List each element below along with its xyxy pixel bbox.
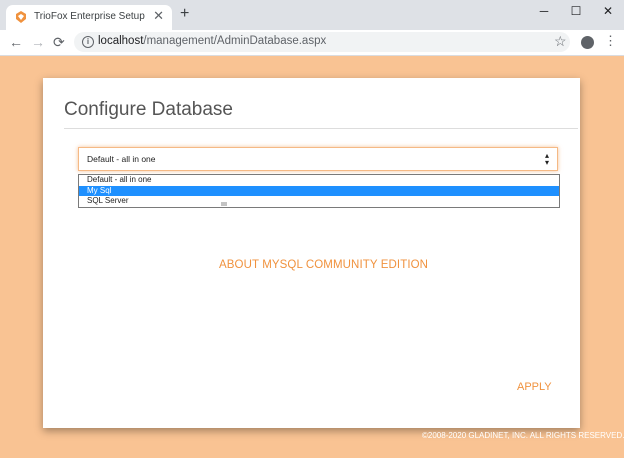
about-mysql-link[interactable]: ABOUT MYSQL COMMUNITY EDITION <box>219 259 428 271</box>
profile-avatar-icon[interactable] <box>581 36 594 49</box>
window-close-icon[interactable]: ✕ <box>594 2 622 20</box>
database-select[interactable]: Default - all in one ▴ ▾ <box>78 147 558 171</box>
url-text: localhost/management/AdminDatabase.aspx <box>98 35 326 47</box>
triofox-logo-icon <box>16 11 26 23</box>
forward-icon[interactable]: → <box>31 34 45 50</box>
browser-menu-icon[interactable]: ⋮ <box>604 34 617 48</box>
address-bar[interactable]: i localhost/management/AdminDatabase.asp… <box>74 32 570 52</box>
url-path: /management/AdminDatabase.aspx <box>143 35 327 47</box>
url-host: localhost <box>98 35 144 47</box>
title-divider <box>64 128 578 129</box>
browser-toolbar: ← → ⟳ i localhost/management/AdminDataba… <box>0 30 624 56</box>
back-icon[interactable]: ← <box>9 34 23 50</box>
apply-button[interactable]: APPLY <box>517 381 552 393</box>
maximize-icon[interactable]: ☐ <box>562 2 590 20</box>
option-sql-server[interactable]: SQL Server <box>79 196 559 207</box>
database-dropdown-list: Default - all in one My Sql SQL Server <box>78 174 560 208</box>
configure-database-card: Configure Database Default - all in one … <box>43 78 580 428</box>
page-title: Configure Database <box>64 99 233 120</box>
copyright-footer: ©2008-2020 GLADINET, INC. ALL RIGHTS RES… <box>422 431 624 440</box>
select-arrow-icon[interactable]: ▴ ▾ <box>545 152 549 167</box>
browser-tab[interactable]: TrioFox Enterprise Setup ✕ <box>6 5 172 30</box>
bookmark-star-icon[interactable]: ☆ <box>554 33 567 50</box>
minimize-icon[interactable]: ─ <box>530 2 558 20</box>
tab-title: TrioFox Enterprise Setup <box>34 11 145 22</box>
new-tab-icon[interactable]: + <box>180 6 189 22</box>
reload-icon[interactable]: ⟳ <box>53 34 65 50</box>
obscured-text-fragment <box>221 202 227 206</box>
info-icon[interactable]: i <box>82 36 94 48</box>
tab-close-icon[interactable]: ✕ <box>153 8 164 24</box>
option-mysql[interactable]: My Sql <box>79 185 559 196</box>
browser-tabstrip: TrioFox Enterprise Setup ✕ + ─ ☐ ✕ <box>0 0 624 30</box>
database-select-value: Default - all in one <box>87 154 156 164</box>
option-default[interactable]: Default - all in one <box>79 175 559 186</box>
